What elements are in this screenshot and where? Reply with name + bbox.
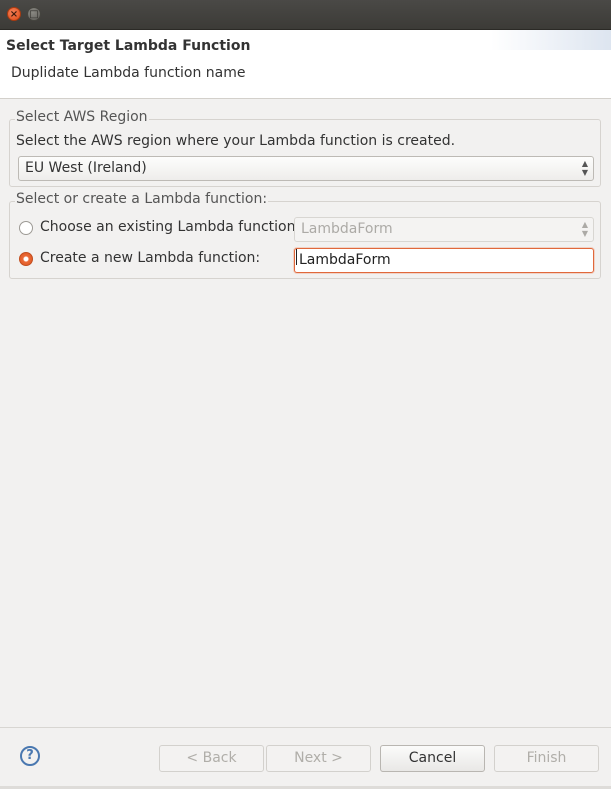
cancel-button[interactable]: Cancel <box>380 745 485 772</box>
new-function-label[interactable]: Create a new Lambda function: <box>40 250 260 266</box>
updown-chevron-icon: ▲ ▼ <box>581 220 588 238</box>
existing-function-option[interactable]: Choose an existing Lambda function: <box>19 219 300 239</box>
new-function-name-input[interactable]: LambdaForm <box>294 248 594 273</box>
existing-function-radio[interactable] <box>19 221 33 235</box>
aws-region-group-label: Select AWS Region <box>15 109 149 125</box>
existing-function-label[interactable]: Choose an existing Lambda function: <box>40 219 300 235</box>
new-function-name-value: LambdaForm <box>299 252 391 268</box>
updown-chevron-icon: ▲ ▼ <box>581 159 588 177</box>
aws-region-description: Select the AWS region where your Lambda … <box>16 133 456 149</box>
new-function-radio[interactable] <box>19 252 33 266</box>
footer-divider <box>0 727 611 728</box>
lambda-function-group-label: Select or create a Lambda function: <box>15 191 269 207</box>
wizard-header: Select Target Lambda Function Duplidate … <box>0 30 611 99</box>
page-title: Select Target Lambda Function <box>6 38 251 54</box>
close-icon[interactable]: × <box>7 7 21 21</box>
back-button[interactable]: < Back <box>159 745 264 772</box>
page-message: Duplidate Lambda function name <box>11 65 246 81</box>
lambda-function-group: Select or create a Lambda function: Choo… <box>9 191 601 279</box>
help-icon[interactable]: ? <box>20 746 40 766</box>
maximize-icon[interactable]: □ <box>27 7 41 21</box>
finish-button[interactable]: Finish <box>494 745 599 772</box>
existing-function-select: LambdaForm ▲ ▼ <box>294 217 594 242</box>
text-caret <box>296 249 297 265</box>
new-function-option[interactable]: Create a new Lambda function: <box>19 250 279 270</box>
aws-region-group: Select AWS Region Select the AWS region … <box>9 109 601 187</box>
header-decoration <box>491 30 611 50</box>
window-title-bar[interactable]: × □ <box>0 0 611 30</box>
existing-function-select-value: LambdaForm <box>301 221 393 237</box>
region-select[interactable]: EU West (Ireland) ▲ ▼ <box>18 156 594 181</box>
region-select-value: EU West (Ireland) <box>25 160 147 176</box>
next-button[interactable]: Next > <box>266 745 371 772</box>
